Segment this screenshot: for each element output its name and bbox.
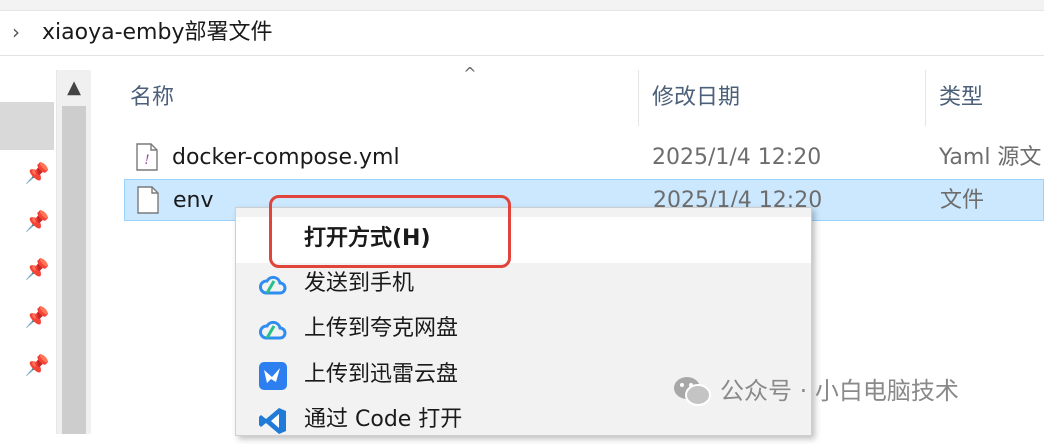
file-type: 文件 <box>940 188 985 213</box>
column-header-type[interactable]: 类型 <box>939 84 983 112</box>
pin-icon[interactable]: 📌 <box>24 160 50 186</box>
vscode-icon <box>259 408 286 434</box>
address-bar[interactable]: › xiaoya-emby部署文件 <box>0 11 1044 56</box>
navigation-pane: 📌 📌 📌 📌 📌 <box>0 56 56 434</box>
chevron-right-icon[interactable]: › <box>6 21 26 43</box>
menu-item-label: 上传到迅雷云盘 <box>304 362 459 387</box>
menu-item-label: 通过 Code 打开 <box>304 407 463 432</box>
sort-ascending-icon: ^ <box>463 64 477 83</box>
menu-item-upload-quark[interactable]: 上传到夸克网盘 <box>236 307 811 353</box>
wechat-icon <box>674 377 711 406</box>
nav-scrollbar[interactable]: ▲ <box>56 70 91 434</box>
file-name[interactable]: env <box>173 186 214 216</box>
column-divider[interactable] <box>925 70 926 126</box>
column-header-name[interactable]: 名称 <box>130 84 174 112</box>
watermark-text: 公众号 · 小白电脑技术 <box>720 377 959 405</box>
blank-file-icon <box>137 186 159 214</box>
scrollbar-thumb[interactable] <box>62 106 86 434</box>
scroll-up-arrow-icon[interactable]: ▲ <box>57 70 91 106</box>
svg-text:!: ! <box>144 153 149 168</box>
menu-item-label: 发送到手机 <box>304 271 415 296</box>
cloud-icon <box>259 320 287 340</box>
file-modified: 2025/1/4 12:20 <box>652 145 822 170</box>
window-top-strip <box>0 0 1044 11</box>
column-divider[interactable] <box>638 70 639 126</box>
thunder-bird-icon <box>259 362 287 390</box>
column-header-modified[interactable]: 修改日期 <box>652 84 740 112</box>
file-name[interactable]: docker-compose.yml <box>172 143 400 173</box>
pin-icon[interactable]: 📌 <box>24 208 50 234</box>
column-header-bar: ^ 名称 修改日期 类型 <box>90 64 1044 126</box>
menu-item-send-to-phone[interactable]: 发送到手机 <box>236 262 811 308</box>
nav-selected-item[interactable] <box>0 102 54 150</box>
yaml-file-icon: ! <box>136 143 158 171</box>
address-path[interactable]: xiaoya-emby部署文件 <box>42 18 272 48</box>
file-type: Yaml 源文 <box>939 145 1042 170</box>
pin-icon[interactable]: 📌 <box>24 304 50 330</box>
pin-icon[interactable]: 📌 <box>24 352 50 378</box>
cloud-icon <box>259 275 287 295</box>
menu-item-label: 上传到夸克网盘 <box>304 316 459 341</box>
pin-icon[interactable]: 📌 <box>24 256 50 282</box>
file-row[interactable]: ! docker-compose.yml 2025/1/4 12:20 Yaml… <box>124 137 1044 179</box>
annotation-highlight-box <box>269 195 511 268</box>
